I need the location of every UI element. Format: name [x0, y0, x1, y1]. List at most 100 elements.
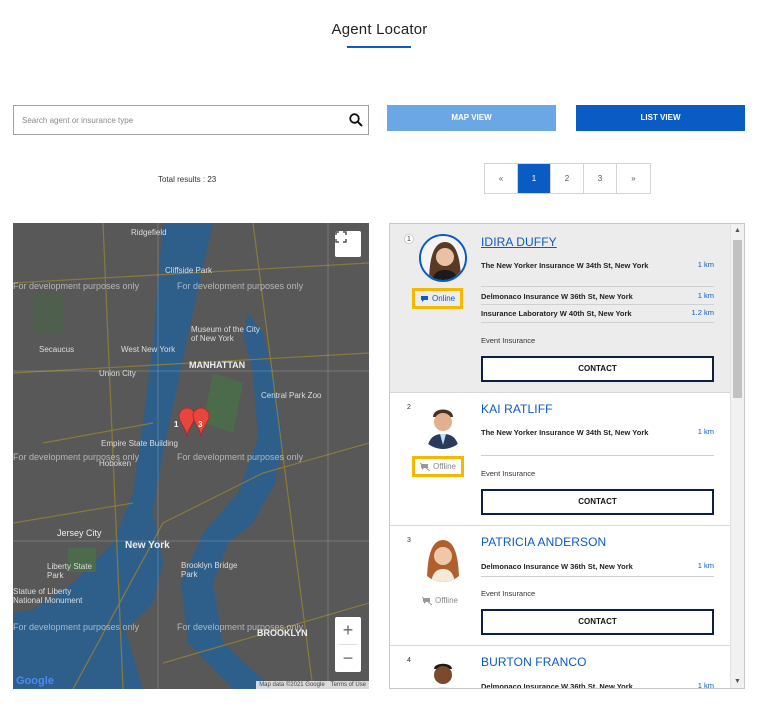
insurance-type: Event Insurance — [481, 469, 536, 478]
avatar — [419, 401, 467, 449]
agent-card[interactable]: 4 BURTON FRANCO Delmonaco Insurance W 36… — [390, 646, 731, 689]
map-place-label: New York — [125, 540, 170, 551]
zoom-in-button[interactable]: + — [335, 617, 361, 644]
page-1-button[interactable]: 1 — [518, 164, 551, 193]
office-distance: 1 km — [697, 561, 714, 570]
office-name: Delmonaco Insurance W 36th St, New York — [481, 682, 633, 689]
map-view-button[interactable]: MAP VIEW — [387, 105, 556, 131]
office-name: Insurance Laboratory W 40th St, New York — [481, 309, 632, 318]
chat-off-icon — [422, 596, 432, 605]
map-place-label: Empire State Building — [101, 439, 178, 448]
office-row: Delmonaco Insurance W 36th St, New York … — [481, 681, 714, 689]
contact-button[interactable]: CONTACT — [481, 489, 714, 515]
office-distance: 1.2 km — [691, 308, 714, 317]
agent-name-link[interactable]: IDIRA DUFFY — [481, 235, 557, 249]
status-online: Online — [411, 288, 464, 309]
contact-button[interactable]: CONTACT — [481, 609, 714, 635]
dev-watermark: For development purposes only — [177, 281, 304, 291]
agent-number: 4 — [407, 657, 411, 664]
page-2-button[interactable]: 2 — [551, 164, 584, 193]
fullscreen-icon — [335, 231, 347, 243]
page-3-button[interactable]: 3 — [584, 164, 617, 193]
office-name: The New Yorker Insurance W 34th St, New … — [481, 428, 649, 437]
contact-button[interactable]: CONTACT — [481, 356, 714, 382]
office-distance: 1 km — [697, 681, 714, 689]
map-place-label: West New York — [121, 345, 176, 354]
google-logo-text: Google — [16, 675, 54, 687]
agent-number: 1 — [404, 234, 414, 244]
status-label: Offline — [435, 596, 458, 605]
office-row: Delmonaco Insurance W 36th St, New York … — [481, 561, 714, 573]
chat-bubble-icon — [421, 295, 428, 302]
avatar — [419, 534, 467, 582]
search-icon[interactable] — [349, 113, 363, 127]
terms-of-use-link[interactable]: Terms of Use — [331, 682, 366, 688]
office-distance: 1 km — [697, 291, 714, 300]
office-name: The New Yorker Insurance W 34th St, New … — [481, 261, 649, 270]
status-label: Online — [432, 294, 456, 303]
map-place-label: Hoboken — [99, 459, 132, 468]
map-place-label: Cliffside Park — [165, 266, 212, 275]
dev-watermark: For development purposes only — [13, 622, 140, 632]
scroll-thumb[interactable] — [733, 240, 742, 398]
map-data-label: Map data ©2021 Google — [259, 682, 325, 688]
divider — [481, 304, 714, 305]
pagination: « 1 2 3 » — [484, 163, 651, 194]
chat-off-icon — [420, 462, 430, 471]
zoom-out-button[interactable]: − — [335, 645, 361, 672]
list-scrollbar[interactable]: ▲ ▼ — [730, 224, 744, 688]
agent-card[interactable]: 1 Online IDIRA DUFFY The New Yorker Insu… — [390, 224, 731, 393]
divider — [481, 322, 714, 323]
total-results: Total results : 23 — [158, 175, 217, 184]
agent-card[interactable]: 2 Offline KAI RATLIFF The New Yorker Ins… — [390, 393, 731, 526]
divider — [481, 576, 714, 577]
dev-watermark: For development purposes only — [177, 452, 304, 462]
map-place-label: Museum of the City of New York — [191, 325, 260, 343]
office-row: Delmonaco Insurance W 36th St, New York … — [481, 291, 714, 303]
map-place-label: Secaucus — [39, 345, 75, 354]
agent-number: 3 — [407, 537, 411, 544]
agent-name-link[interactable]: BURTON FRANCO — [481, 655, 587, 669]
zoom-controls: + − — [335, 617, 361, 672]
map-place-label: Central Park Zoo — [261, 391, 322, 400]
agent-card[interactable]: 3 Offline PATRICIA ANDERSON Delmonaco In… — [390, 526, 731, 646]
agent-locator-page: Agent Locator MAP VIEW LIST VIEW Total r… — [0, 0, 759, 708]
page-title: Agent Locator — [331, 21, 428, 38]
title-underline — [347, 46, 411, 48]
avatar — [419, 234, 467, 282]
map-marker-label: 1 — [174, 420, 179, 429]
office-name: Delmonaco Insurance W 36th St, New York — [481, 562, 633, 571]
agent-list[interactable]: 1 Online IDIRA DUFFY The New Yorker Insu… — [389, 223, 745, 689]
office-distance: 1 km — [697, 260, 714, 269]
map-panel[interactable]: For development purposes only For develo… — [13, 223, 369, 689]
insurance-type: Event Insurance — [481, 589, 536, 598]
scroll-down-arrow-icon[interactable]: ▼ — [734, 678, 741, 685]
avatar — [419, 654, 467, 688]
agent-name-link[interactable]: PATRICIA ANDERSON — [481, 535, 606, 549]
dev-watermark: For development purposes only — [13, 281, 140, 291]
divider — [481, 286, 714, 287]
list-view-button[interactable]: LIST VIEW — [576, 105, 745, 131]
search-box — [13, 105, 369, 135]
office-row: The New Yorker Insurance W 34th St, New … — [481, 260, 714, 272]
office-row: The New Yorker Insurance W 34th St, New … — [481, 427, 714, 439]
insurance-type: Event Insurance — [481, 336, 536, 345]
page-prev-button[interactable]: « — [485, 164, 518, 193]
map-place-label: Statue of Liberty National Monument — [13, 587, 83, 605]
map-marker-label: 3 — [198, 420, 203, 429]
status-label: Offline — [433, 462, 456, 471]
page-next-button[interactable]: » — [617, 164, 650, 193]
map-place-label: Liberty State Park — [47, 562, 92, 580]
status-offline: Offline — [412, 456, 464, 477]
office-name: Delmonaco Insurance W 36th St, New York — [481, 292, 633, 301]
agent-name-link[interactable]: KAI RATLIFF — [481, 402, 553, 416]
scroll-up-arrow-icon[interactable]: ▲ — [734, 227, 741, 234]
status-offline: Offline — [422, 596, 458, 605]
map-place-label: BROOKLYN — [257, 628, 308, 638]
map-attribution: Map data ©2021 Google Terms of Use — [256, 681, 369, 689]
map-place-label: MANHATTAN — [189, 360, 246, 370]
fullscreen-button[interactable] — [335, 231, 361, 257]
map-place-label: Union City — [99, 369, 136, 378]
search-input[interactable] — [14, 106, 334, 134]
office-row: Insurance Laboratory W 40th St, New York… — [481, 308, 714, 320]
